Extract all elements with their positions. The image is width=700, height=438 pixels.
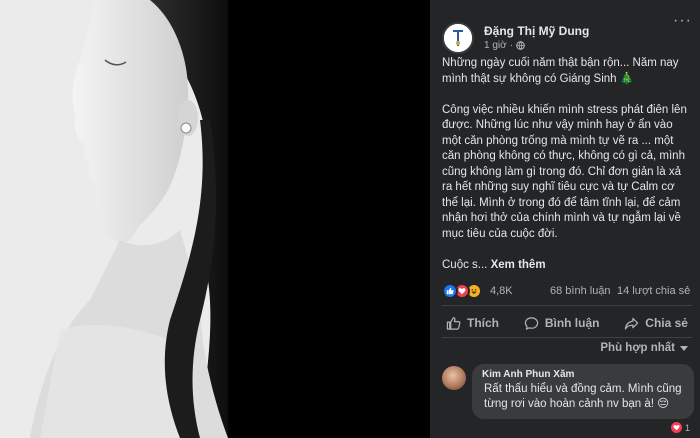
author-avatar[interactable] — [442, 22, 474, 54]
comment-button[interactable]: Bình luận — [520, 312, 604, 334]
post-header: Đặng Thị Mỹ Dung 1 giờ · ··· — [442, 12, 692, 56]
portrait-image — [0, 0, 228, 438]
comment-sort-dropdown[interactable]: Phù hợp nhất — [600, 342, 688, 354]
share-count[interactable]: 14 lượt chia sẻ — [617, 285, 690, 297]
heart-icon — [670, 422, 682, 433]
divider — [442, 337, 692, 338]
post-time[interactable]: 1 giờ — [484, 40, 507, 51]
meta-separator: · — [509, 40, 514, 51]
like-reaction-icon — [442, 283, 458, 299]
comment-bubble: Kim Anh Phun Xăm Rất thấu hiểu và đồng c… — [472, 364, 694, 419]
comment-count[interactable]: 68 bình luận — [550, 285, 611, 297]
post-paragraph: Công việc nhiều khiến mình stress phát đ… — [442, 103, 687, 240]
share-button[interactable]: Chia sẻ — [620, 312, 692, 334]
chevron-down-icon — [680, 345, 688, 351]
post-photo[interactable] — [0, 0, 228, 438]
share-label: Chia sẻ — [645, 316, 688, 330]
like-label: Thích — [467, 316, 499, 330]
post-text: Những ngày cuối năm thật bận rộn... Năm … — [442, 56, 692, 289]
photo-viewer[interactable] — [0, 0, 430, 438]
reactions-bar: 4,8K 68 bình luận 14 lượt chia sẻ — [442, 282, 694, 302]
more-options-icon[interactable]: ··· — [673, 12, 692, 30]
author-name[interactable]: Đặng Thị Mỹ Dung — [484, 24, 589, 38]
commenter-avatar[interactable] — [442, 366, 466, 390]
thumbs-up-icon — [446, 316, 461, 330]
post-truncated: Cuộc s... Xem thêm — [442, 258, 692, 274]
comment-reactions[interactable]: 1 — [670, 422, 690, 433]
commenter-name[interactable]: Kim Anh Phun Xăm — [482, 369, 684, 380]
post-actions: Thích Bình luận Chia sẻ — [442, 312, 692, 334]
globe-icon[interactable] — [516, 41, 525, 50]
post-paragraph: Những ngày cuối năm thật bận rộn... Năm … — [442, 57, 679, 85]
post-side-panel: Đặng Thị Mỹ Dung 1 giờ · ··· Những ngày … — [430, 0, 700, 438]
share-arrow-icon — [625, 317, 639, 330]
reaction-count[interactable]: 4,8K — [490, 285, 513, 297]
comment-reaction-count: 1 — [684, 422, 690, 433]
avatar-logo-icon — [444, 24, 472, 52]
see-more-link[interactable]: Xem thêm — [491, 259, 546, 271]
sort-label: Phù hợp nhất — [600, 342, 675, 354]
comment-label: Bình luận — [544, 316, 600, 330]
divider — [442, 305, 692, 306]
speech-bubble-icon — [524, 316, 539, 330]
truncated-text: Cuộc s... — [442, 258, 488, 271]
like-button[interactable]: Thích — [442, 312, 503, 334]
post-meta: 1 giờ · — [484, 40, 525, 51]
comment-text: Rất thấu hiểu và đồng cảm. Mình cũng từn… — [484, 383, 682, 410]
